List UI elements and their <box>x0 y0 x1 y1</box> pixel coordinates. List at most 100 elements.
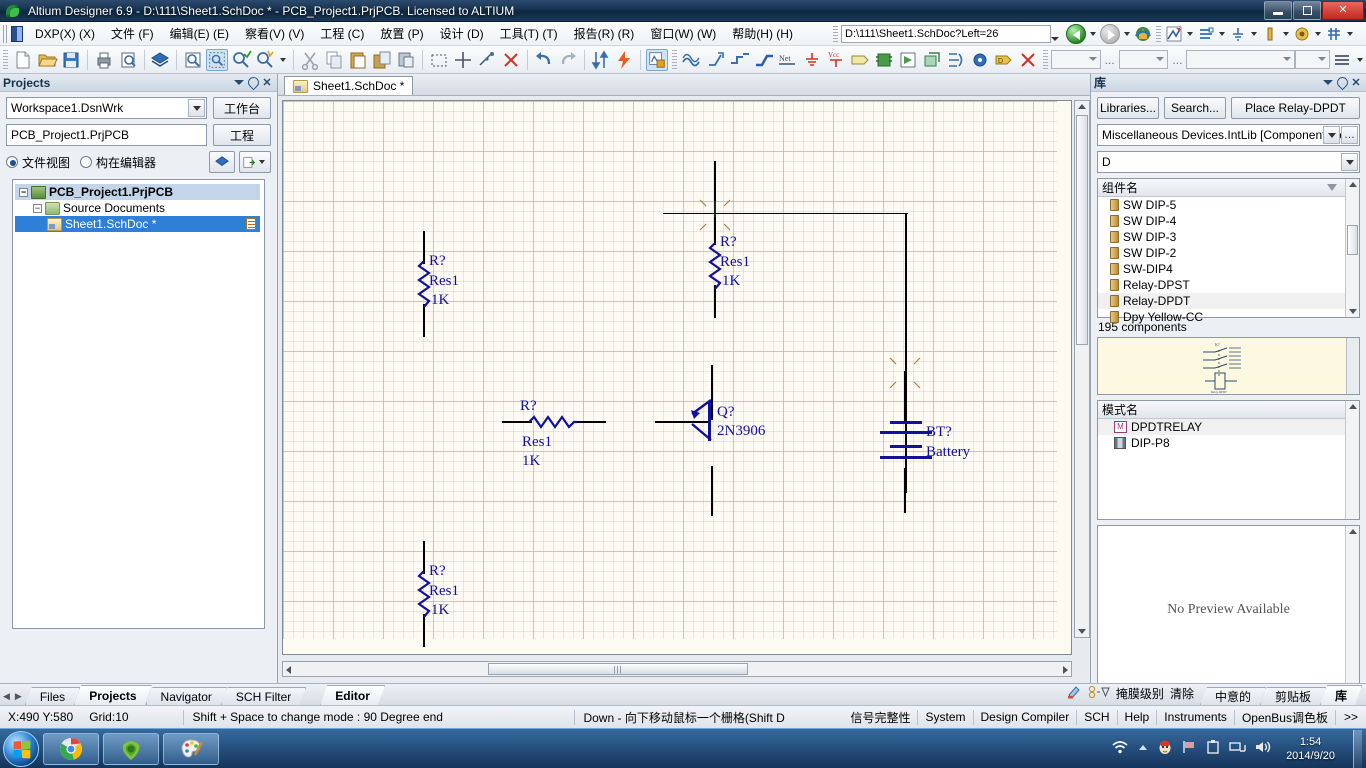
pin-icon[interactable] <box>245 74 261 91</box>
schematic-canvas-wrapper[interactable]: R? Res1 1K R? Res1 1K R? Res1 1K Q? 2N39… <box>282 100 1072 655</box>
document-tab-sheet1[interactable]: Sheet1.SchDoc * <box>284 76 414 95</box>
list-item[interactable]: SW DIP-3 <box>1098 229 1359 245</box>
status-link-help[interactable]: Help <box>1118 710 1157 724</box>
list-item[interactable]: SW DIP-5 <box>1098 197 1359 213</box>
mask-level-label[interactable]: 掩膜级别 <box>1116 685 1164 702</box>
place-port-icon[interactable] <box>849 49 871 71</box>
address-grip[interactable] <box>833 26 838 42</box>
toolbar-grip-2[interactable] <box>672 49 677 70</box>
print-icon[interactable] <box>93 49 115 71</box>
menu-item-window[interactable]: 窗口(W) (W) <box>642 22 724 45</box>
place-wire-icon[interactable] <box>729 49 751 71</box>
show-desktop-button[interactable] <box>1353 729 1362 768</box>
list-scroll-down-icon[interactable] <box>1349 309 1357 314</box>
zoom-selection-icon[interactable] <box>254 49 276 71</box>
panel-tab-editor[interactable]: Editor <box>320 685 385 705</box>
menu-item-dxp[interactable]: DXP(X) (X) <box>27 24 103 44</box>
status-link-openbus[interactable]: OpenBus调色板 <box>1235 709 1335 726</box>
preview-scrollbar[interactable] <box>1346 338 1359 394</box>
annotate-icon[interactable] <box>613 49 635 71</box>
move-icon[interactable] <box>452 49 474 71</box>
toolbar-grip-1[interactable] <box>3 49 8 70</box>
maximize-button[interactable] <box>1293 1 1321 20</box>
address-input[interactable]: D:\111\Sheet1.SchDoc?Left=26 <box>841 25 1051 43</box>
panel-menu-icon[interactable] <box>232 76 246 90</box>
new-document-icon[interactable] <box>12 49 34 71</box>
library-select-more-icon[interactable]: … <box>1341 126 1358 144</box>
scroll-down-icon[interactable] <box>1078 629 1086 634</box>
project-options-icon[interactable] <box>209 151 235 173</box>
place-directive-icon[interactable]: D <box>993 49 1015 71</box>
layers-icon[interactable] <box>149 49 171 71</box>
list-item[interactable]: Dpy Yellow-CC <box>1098 309 1359 325</box>
workspace-button[interactable]: 工作台 <box>213 97 271 119</box>
list-scroll-up-icon[interactable] <box>1349 182 1357 187</box>
list-item[interactable]: Relay-DPST <box>1098 277 1359 293</box>
update-pcb-icon[interactable] <box>589 49 611 71</box>
no-erc-dropdown-icon[interactable] <box>1315 32 1321 36</box>
sort-arrow-icon[interactable] <box>1327 184 1337 191</box>
menu-item-project[interactable]: 工程 (C) <box>312 22 372 45</box>
expander-source-documents[interactable]: − <box>33 203 42 213</box>
volume-icon[interactable] <box>1254 739 1272 758</box>
forward-dropdown-icon[interactable] <box>1124 32 1130 36</box>
scroll-up-icon[interactable] <box>1078 104 1086 109</box>
menu-item-place[interactable]: 放置 (P) <box>372 22 431 45</box>
project-button[interactable]: 工程 <box>213 124 271 146</box>
tree-node-source-documents[interactable]: − Source Documents <box>15 200 262 216</box>
no-erc-icon[interactable] <box>1293 25 1311 43</box>
doc-toolbar-grip[interactable] <box>1156 26 1161 42</box>
model-preview-scrollbar[interactable] <box>1345 526 1359 694</box>
taskbar-360-security-icon[interactable] <box>103 732 159 765</box>
cut-icon[interactable] <box>299 49 321 71</box>
components-listbox[interactable]: 组件名 SW DIP-5 SW DIP-4 SW DIP-3 SW DIP-2 … <box>1097 178 1360 324</box>
status-link-sch[interactable]: SCH <box>1077 710 1116 724</box>
panel-tab-library[interactable]: 库 <box>1320 685 1362 705</box>
model-list-item[interactable]: DIP-P8 <box>1098 435 1359 451</box>
component-filter-input[interactable]: D <box>1097 151 1360 173</box>
size-combo[interactable] <box>1186 50 1295 69</box>
taskbar-paint-icon[interactable] <box>163 732 219 765</box>
minimize-button[interactable] <box>1264 1 1292 20</box>
scroll-right-icon[interactable] <box>1063 666 1068 674</box>
menu-item-reports[interactable]: 报告(R) (R) <box>566 22 643 45</box>
undo-icon[interactable] <box>533 49 555 71</box>
menu-item-view[interactable]: 察看(V) (V) <box>237 22 312 45</box>
place-gnd-icon[interactable] <box>801 49 823 71</box>
list-item[interactable]: SW-DIP4 <box>1098 261 1359 277</box>
schematic-dropdown-icon[interactable] <box>1187 32 1193 36</box>
usb-device-icon[interactable] <box>1205 739 1221 758</box>
start-orb-icon[interactable] <box>3 730 39 767</box>
panel-tab-sch-filter[interactable]: SCH Filter <box>221 687 306 705</box>
list-item-selected[interactable]: Relay-DPDT <box>1098 293 1359 309</box>
network-icon[interactable] <box>1229 739 1246 758</box>
model-list-item[interactable]: M DPDTRELAY <box>1098 419 1359 435</box>
bus-icon[interactable] <box>1197 25 1215 43</box>
project-tree[interactable]: − PCB_Project1.PrjPCB − Source Documents… <box>12 179 265 629</box>
wire-right-vertical[interactable] <box>905 213 907 493</box>
zoom-in-icon[interactable] <box>230 49 252 71</box>
canvas-vertical-scrollbar[interactable] <box>1074 100 1090 638</box>
status-overflow[interactable]: >> <box>1336 710 1366 724</box>
place-vcc-icon[interactable]: Vcc <box>825 49 847 71</box>
menu-item-tools[interactable]: 工具(T) (T) <box>492 22 566 45</box>
filter-dropdown-icon[interactable] <box>1341 153 1358 171</box>
mask-level-icon[interactable] <box>1088 685 1110 702</box>
gnd-power-port-icon[interactable] <box>1229 25 1247 43</box>
taskbar-clock[interactable]: 1:54 2014/9/20 <box>1280 735 1341 763</box>
browse-library-icon[interactable] <box>646 48 669 71</box>
models-listbox[interactable]: 模式名 M DPDTRELAY DIP-P8 <box>1097 400 1360 520</box>
expander-project[interactable]: − <box>19 187 28 197</box>
forward-button[interactable] <box>1100 24 1120 44</box>
library-close-icon[interactable]: ✕ <box>1349 76 1363 90</box>
grid-icon[interactable] <box>1325 25 1343 43</box>
library-select[interactable]: Miscellaneous Devices.IntLib [Component … <box>1097 124 1360 146</box>
workspace-combo[interactable]: Workspace1.DsnWrk <box>6 97 207 119</box>
models-list-scrollbar[interactable] <box>1345 401 1359 519</box>
vertical-scroll-thumb[interactable] <box>1076 115 1088 345</box>
status-link-design-compiler[interactable]: Design Compiler <box>974 710 1077 724</box>
tree-node-project[interactable]: − PCB_Project1.PrjPCB <box>15 184 260 200</box>
tab-scroll-right-icon[interactable]: ▶ <box>15 691 22 702</box>
save-icon[interactable] <box>60 49 82 71</box>
place-component-button[interactable]: Place Relay-DPDT <box>1231 97 1360 119</box>
